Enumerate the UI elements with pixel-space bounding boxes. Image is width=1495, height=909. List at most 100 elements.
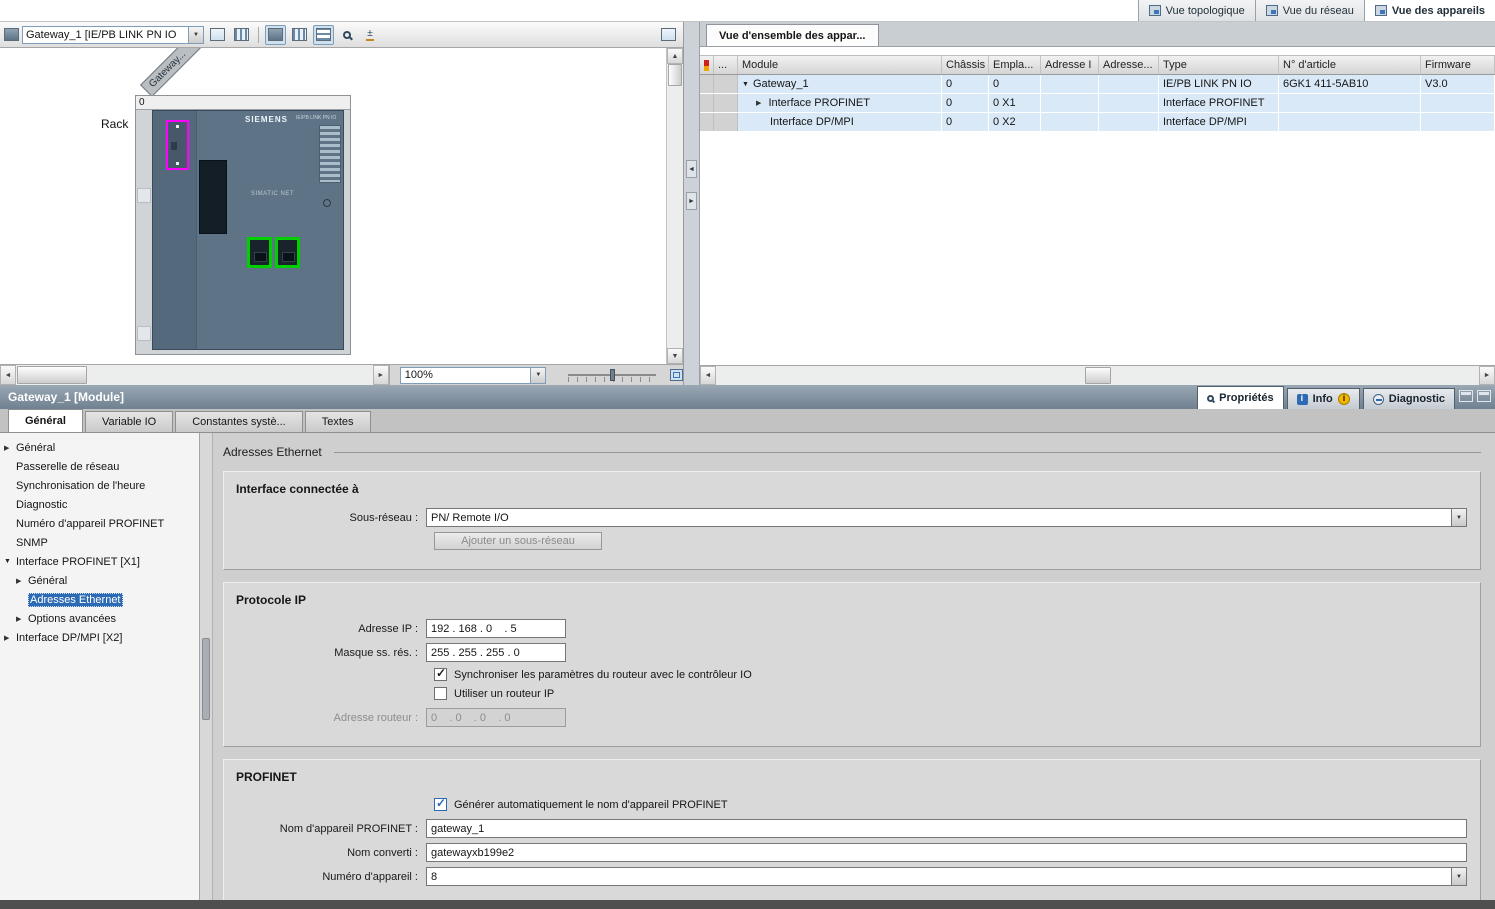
nav-item-ethernet-addresses[interactable]: Adresses Ethernet (0, 590, 199, 609)
zoom-button[interactable] (337, 25, 357, 45)
collapse-left-icon[interactable]: ◄ (686, 160, 697, 178)
tab-diagnostic[interactable]: Diagnostic (1362, 388, 1455, 409)
auto-generate-name-checkbox[interactable] (434, 796, 447, 811)
table-row[interactable]: Interface PROFINET 0 0 X1 Interface PROF… (700, 94, 1495, 113)
nav-item-diagnostics[interactable]: Diagnostic (0, 495, 199, 514)
header-address-i[interactable]: Adresse I (1041, 56, 1099, 74)
ip-address-field[interactable]: 192 . 168 . 0 . 5 (426, 619, 566, 638)
chevron-right-icon[interactable] (16, 577, 21, 585)
ethernet-port-2-highlighted[interactable] (275, 237, 300, 268)
scroll-left-icon[interactable]: ◄ (0, 365, 16, 385)
scrollbar-thumb[interactable] (202, 638, 210, 720)
subnet-mask-value: 255 . 255 . 255 . 0 (431, 646, 520, 659)
table-row[interactable]: Gateway_1 0 0 IE/PB LINK PN IO 6GK1 411-… (700, 75, 1495, 94)
tab-device-view[interactable]: Vue des appareils (1363, 0, 1495, 21)
chevron-down-icon[interactable] (4, 558, 11, 565)
scroll-left-icon[interactable]: ◄ (700, 366, 716, 385)
device-number-select[interactable]: 8 (426, 867, 1467, 886)
converted-name-field[interactable]: gatewayxb199e2 (426, 843, 1467, 862)
cell-module[interactable]: Gateway_1 (738, 75, 942, 93)
tab-device-overview[interactable]: Vue d'ensemble des appar... (706, 24, 879, 46)
nav-item-dpmpi-interface[interactable]: Interface DP/MPI [X2] (0, 628, 199, 647)
dp-port-highlighted[interactable] (166, 120, 189, 170)
scroll-right-icon[interactable]: ► (1479, 366, 1495, 385)
subnet-mask-field[interactable]: 255 . 255 . 255 . 0 (426, 643, 566, 662)
zoom-level-button[interactable]: ± (360, 25, 380, 45)
section-title: Protocole IP (236, 593, 307, 607)
expand-panel-icon[interactable] (1459, 390, 1473, 402)
scrollbar-thumb[interactable] (668, 64, 682, 86)
header-article[interactable]: N° d'article (1279, 56, 1421, 74)
address-grid-button[interactable] (289, 25, 310, 45)
add-subnet-button[interactable]: Ajouter un sous-réseau (434, 532, 602, 550)
scrollbar-thumb[interactable] (1085, 367, 1111, 384)
tab-network-view[interactable]: Vue du réseau (1254, 0, 1364, 21)
ethernet-port-1-highlighted[interactable] (247, 237, 272, 268)
header-module[interactable]: Module (738, 56, 942, 74)
nav-item-advanced-options[interactable]: Options avancées (0, 609, 199, 628)
nav-item-general[interactable]: Général (0, 438, 199, 457)
detect-hardware-button[interactable] (231, 25, 252, 45)
zoom-slider-thumb[interactable] (610, 369, 616, 381)
rail-cutout (137, 188, 151, 203)
gateway-module[interactable]: SIEMENS IE/PB LINK PN IO SIMATIC NET (152, 110, 344, 350)
chevron-down-icon[interactable] (742, 81, 749, 88)
collapse-right-icon[interactable]: ► (686, 192, 697, 210)
device-overview-button[interactable] (313, 24, 334, 45)
tab-io-tags[interactable]: Variable IO (84, 411, 174, 432)
sync-router-checkbox[interactable] (434, 666, 447, 681)
device-diagonal-label: Gateway... (139, 48, 206, 98)
subnet-select[interactable]: PN/ Remote I/O (426, 508, 1467, 527)
device-horizontal-scrollbar[interactable]: ◄ ► (0, 365, 390, 385)
tab-properties[interactable]: Propriétés (1197, 386, 1284, 409)
fit-to-window-icon[interactable] (670, 369, 683, 381)
cell-module[interactable]: Interface DP/MPI (738, 113, 942, 131)
header-address-q[interactable]: Adresse... (1099, 56, 1159, 74)
scroll-up-icon[interactable]: ▲ (667, 48, 683, 64)
cell-module[interactable]: Interface PROFINET (738, 94, 942, 112)
collapse-panel-icon[interactable] (1477, 390, 1491, 402)
header-dots[interactable]: ... (714, 56, 738, 74)
tab-label: Propriétés (1219, 392, 1274, 404)
header-chassis[interactable]: Châssis (942, 56, 989, 74)
highlight-addresses-button[interactable] (265, 24, 286, 45)
float-view-button[interactable] (658, 25, 679, 45)
device-vertical-scrollbar[interactable]: ▲ ▼ (666, 48, 683, 364)
dp-port-pin (171, 142, 177, 150)
header-slot[interactable]: Empla... (989, 56, 1041, 74)
form-vertical-scrollbar[interactable] (200, 433, 213, 900)
terminal-connector (319, 125, 341, 183)
tab-topology-view[interactable]: Vue topologique (1137, 0, 1255, 21)
device-selector[interactable]: Gateway_1 [IE/PB LINK PN IO (22, 25, 204, 44)
nav-item-profinet-device-number[interactable]: Numéro d'appareil PROFINET (0, 514, 199, 533)
profinet-device-name-field[interactable]: gateway_1 (426, 819, 1467, 838)
chevron-right-icon[interactable] (4, 444, 9, 452)
tab-system-constants[interactable]: Constantes systè... (175, 411, 303, 432)
tab-info[interactable]: Info (1286, 388, 1360, 409)
scrollbar-thumb[interactable] (17, 366, 87, 384)
overview-horizontal-scrollbar[interactable]: ◄ ► (700, 365, 1495, 385)
zoom-select[interactable]: 100% (399, 366, 547, 384)
header-compare[interactable] (700, 56, 714, 74)
header-firmware[interactable]: Firmware (1421, 56, 1495, 74)
faceplate-view-button[interactable] (207, 25, 228, 45)
nav-item-interface-general[interactable]: Général (0, 571, 199, 590)
rack[interactable]: 0 SIEMENS IE/PB LINK PN IO SIMATIC NET (135, 95, 351, 355)
table-row[interactable]: Interface DP/MPI 0 0 X2 Interface DP/MPI (700, 113, 1495, 132)
chevron-right-icon[interactable] (756, 99, 761, 107)
chevron-right-icon[interactable] (4, 634, 9, 642)
nav-item-network-gateway[interactable]: Passerelle de réseau (0, 457, 199, 476)
header-type[interactable]: Type (1159, 56, 1279, 74)
tab-texts[interactable]: Textes (304, 411, 371, 432)
nav-item-snmp[interactable]: SNMP (0, 533, 199, 552)
use-router-checkbox[interactable] (434, 687, 447, 700)
nav-item-time-sync[interactable]: Synchronisation de l'heure (0, 476, 199, 495)
scroll-right-icon[interactable]: ► (372, 365, 389, 385)
chevron-right-icon[interactable] (16, 615, 21, 623)
device-canvas[interactable]: Gateway... Rack 0 SIEMENS IE/PB LINK PN … (0, 48, 683, 364)
scroll-down-icon[interactable]: ▼ (667, 348, 683, 364)
panel-splitter[interactable]: ◄ ► (684, 22, 700, 385)
nav-item-profinet-interface[interactable]: Interface PROFINET [X1] (0, 552, 199, 571)
zoom-slider[interactable] (568, 367, 657, 383)
tab-general[interactable]: Général (8, 409, 83, 432)
